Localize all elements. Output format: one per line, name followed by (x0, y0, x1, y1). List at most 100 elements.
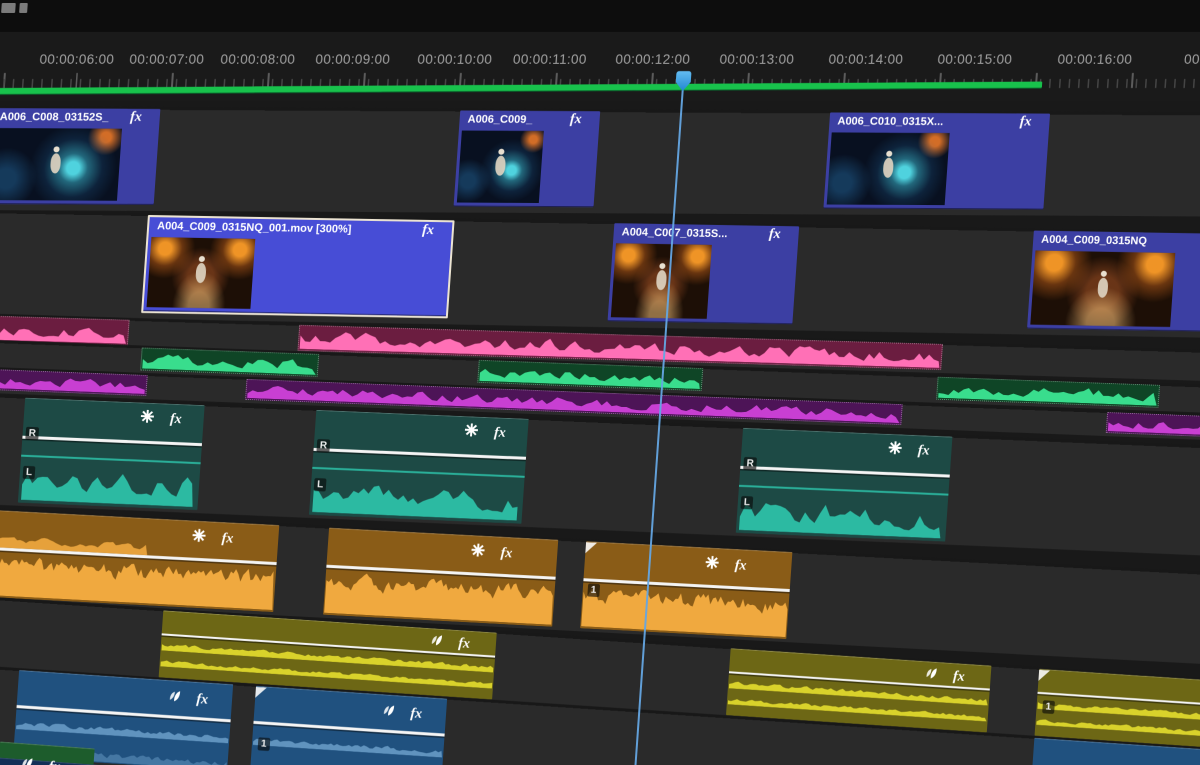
dancer-figure (194, 255, 208, 283)
channel-badge-l: L (740, 495, 754, 509)
clip-label: A004_C009_0315NQ_001.mov [300%] (156, 220, 352, 236)
fx-badge[interactable]: fx (221, 531, 234, 547)
effect-star-icon (140, 409, 155, 429)
timecode-label: 00:00:07:00 (129, 52, 205, 67)
fx-badge[interactable]: fx (917, 443, 930, 458)
audio-clip[interactable]: fx R L (308, 409, 529, 524)
fx-badge[interactable]: fx (494, 425, 507, 440)
audio-clip[interactable] (936, 376, 1161, 408)
clip-thumbnail (826, 132, 950, 206)
channel-badge-l: L (313, 477, 327, 492)
waveform (938, 380, 1158, 406)
clip-effect-icons: fx (379, 703, 423, 724)
premiere-timeline-panel: 5:0000:00:06:0000:00:07:0000:00:08:0000:… (0, 0, 1200, 765)
fade-handle[interactable] (585, 542, 598, 554)
fx-badge[interactable]: fx (422, 223, 435, 238)
clip-header: A004_C007_0315S... fx (613, 223, 799, 243)
fx-badge[interactable]: fx (48, 759, 61, 765)
video-clip[interactable]: A006_C010_0315X... fx (823, 112, 1051, 210)
audio-clip[interactable]: 1 (1034, 668, 1200, 748)
audio-clip[interactable]: fx 1 (249, 685, 448, 765)
audio-clip[interactable] (140, 347, 320, 377)
timecode-label: 00:00:06:00 (39, 52, 115, 67)
fx-badge[interactable]: fx (734, 558, 747, 574)
audio-clip[interactable]: fx (0, 506, 280, 613)
clip-thumbnail (0, 128, 122, 201)
timecode-label: 00:00:13:00 (719, 52, 795, 67)
clip-effect-icons: fx (921, 666, 965, 687)
clip-thumbnail (610, 243, 712, 319)
fx-badge[interactable]: fx (500, 546, 513, 562)
timeline-stage: 5:0000:00:06:0000:00:07:0000:00:08:0000:… (0, 0, 1200, 765)
channel-badge-l: L (22, 465, 36, 479)
fade-handle[interactable] (1038, 669, 1051, 682)
waveform (1107, 415, 1200, 436)
timecode-label: 00:00:16:00 (1057, 52, 1133, 67)
channel-badge-r: R (316, 439, 331, 453)
waveform (324, 570, 554, 625)
fx-badge[interactable]: fx (458, 636, 471, 652)
timeline-ruler[interactable]: 5:0000:00:06:0000:00:07:0000:00:08:0000:… (0, 0, 1200, 100)
fx-badge[interactable]: fx (768, 227, 781, 242)
effect-star-icon (471, 543, 485, 562)
clip-header: A006_C010_0315X... fx (829, 112, 1050, 130)
fx-badge[interactable]: fx (952, 669, 965, 685)
waveform (142, 351, 317, 375)
fx-badge[interactable]: fx (130, 110, 143, 125)
dancer-figure (881, 151, 895, 179)
fade-handle[interactable] (255, 686, 267, 699)
waveform (0, 317, 127, 344)
clip-thumbnail (146, 237, 256, 309)
timecode-label: 00:00:12:00 (615, 52, 691, 67)
channel-divider (21, 454, 201, 465)
clip-label: A004_C009_0315NQ (1040, 233, 1148, 248)
channel-badge-r: R (743, 457, 758, 471)
waveform (16, 720, 229, 744)
video-clip[interactable]: A004_C009_0315NQ_001.mov [300%] fx (141, 215, 455, 319)
video-clip[interactable]: A004_C007_0315S... fx (607, 223, 800, 325)
clip-header: A006_C009_ fx (459, 111, 600, 129)
effect-star-icon (464, 423, 479, 442)
audio-transition-leaf-icon (427, 633, 443, 652)
clip-effect-icons: fx (888, 441, 930, 461)
fx-badge[interactable]: fx (569, 112, 582, 127)
volume-keyframe-line[interactable] (740, 466, 950, 478)
timecode-label: 00:00:11:00 (512, 52, 588, 67)
clip-effect-icons: fx (471, 543, 513, 563)
volume-keyframe-line[interactable] (313, 448, 527, 460)
volume-keyframe-line[interactable] (22, 436, 202, 447)
channel-divider (738, 484, 949, 496)
clip-thumbnail (456, 130, 544, 203)
timecode-label: 00:0 (1183, 52, 1200, 67)
audio-clip[interactable]: fx R L (17, 397, 205, 511)
fx-badge[interactable]: fx (410, 706, 423, 722)
clip-label: A004_C007_0315S... (621, 226, 728, 241)
clip-effect-icons: fx (192, 528, 234, 549)
clip-effect-icons: fx (165, 689, 209, 710)
clip-label: A006_C008_03152S_ (0, 111, 110, 124)
audio-clip[interactable] (1105, 412, 1200, 438)
audio-clip[interactable]: fx 1 (580, 541, 793, 640)
clip-thumbnail (1030, 250, 1176, 327)
waveform (252, 736, 443, 758)
video-track-v3: A006_C008_03152S_ fx A006_C009_ fx A006_C010… (0, 106, 1200, 217)
timecode-label: 00:00:15:00 (937, 52, 1013, 67)
clip-number-badge: 1 (1042, 699, 1055, 714)
fx-badge[interactable]: fx (169, 412, 182, 427)
audio-clip[interactable] (0, 367, 148, 397)
video-clip[interactable]: A006_C008_03152S_ fx (0, 108, 161, 205)
waveform (21, 464, 195, 507)
dancer-figure (49, 146, 63, 175)
fx-badge[interactable]: fx (196, 692, 209, 708)
audio-clip[interactable]: fx R L (735, 427, 953, 542)
clip-label: A006_C009_ (467, 113, 533, 126)
audio-clip[interactable]: fx (323, 527, 559, 627)
video-clip[interactable]: A006_C009_ fx (453, 110, 601, 208)
video-clip[interactable]: A004_C009_0315NQ (1027, 230, 1200, 332)
waveform (1036, 718, 1200, 737)
channel-badge-r: R (25, 426, 40, 441)
fx-badge[interactable]: fx (1019, 114, 1032, 129)
timecode-label: 00:00:14:00 (828, 52, 904, 67)
timecode-label: 00:00:08:00 (220, 52, 296, 67)
waveform (479, 363, 701, 390)
